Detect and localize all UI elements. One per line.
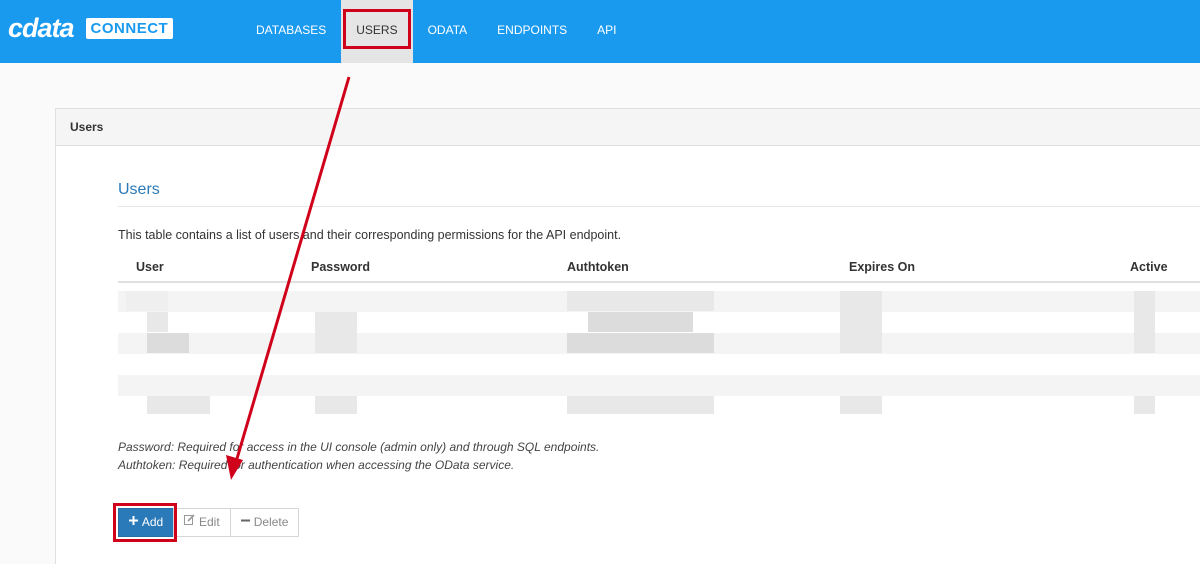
table-row[interactable]: [118, 354, 1200, 375]
redacted-cell: [840, 291, 882, 353]
redacted-cell: [147, 312, 168, 332]
nav-item-users[interactable]: USERS: [341, 0, 413, 63]
redacted-cell: [147, 396, 210, 414]
minus-icon: [240, 509, 250, 536]
redacted-cell: [147, 333, 189, 353]
authtoken-note: Authtoken: Required for authentication w…: [118, 458, 515, 472]
panel-heading: Users: [56, 109, 1200, 146]
add-highlight-box: [113, 503, 177, 542]
nav-item-odata[interactable]: ODATA: [413, 0, 483, 63]
edit-button-label: Edit: [199, 515, 220, 529]
delete-button[interactable]: Delete: [229, 508, 300, 537]
edit-icon: [184, 509, 195, 536]
redacted-cell: [1134, 396, 1155, 414]
column-header-active[interactable]: Active: [1130, 260, 1168, 274]
nav-item-endpoints[interactable]: ENDPOINTS: [482, 0, 582, 63]
redacted-cell: [567, 333, 714, 353]
column-header-user[interactable]: User: [136, 260, 164, 274]
brand-logo[interactable]: cdata CONNECT: [8, 13, 174, 43]
column-header-expires-on[interactable]: Expires On: [849, 260, 915, 274]
top-navbar: cdata CONNECT DATABASES USERS ODATA ENDP…: [0, 0, 1200, 63]
section-divider: [118, 206, 1200, 207]
nav-item-databases[interactable]: DATABASES: [241, 0, 341, 63]
password-note: Password: Required for access in the UI …: [118, 440, 600, 454]
table-row[interactable]: [118, 375, 1200, 396]
brand-product-badge: CONNECT: [85, 17, 174, 39]
users-highlight-box: [343, 9, 411, 49]
brand-name: cdata: [8, 13, 75, 43]
nav-item-api[interactable]: API: [582, 0, 631, 63]
redacted-cell: [315, 396, 357, 414]
main-nav: DATABASES USERS ODATA ENDPOINTS API: [241, 0, 632, 63]
redacted-cell: [126, 291, 168, 311]
delete-button-label: Delete: [253, 515, 289, 529]
redacted-cell: [1134, 291, 1155, 353]
column-header-authtoken[interactable]: Authtoken: [567, 260, 629, 274]
redacted-cell: [840, 396, 882, 414]
section-title: Users: [118, 181, 160, 198]
redacted-cell: [567, 291, 714, 311]
redacted-cell: [315, 312, 357, 353]
section-description: This table contains a list of users and …: [118, 228, 622, 242]
table-header-divider: [118, 281, 1200, 283]
edit-button[interactable]: Edit: [173, 508, 231, 537]
column-header-password[interactable]: Password: [311, 260, 370, 274]
redacted-cell: [588, 312, 693, 332]
redacted-cell: [567, 396, 714, 414]
